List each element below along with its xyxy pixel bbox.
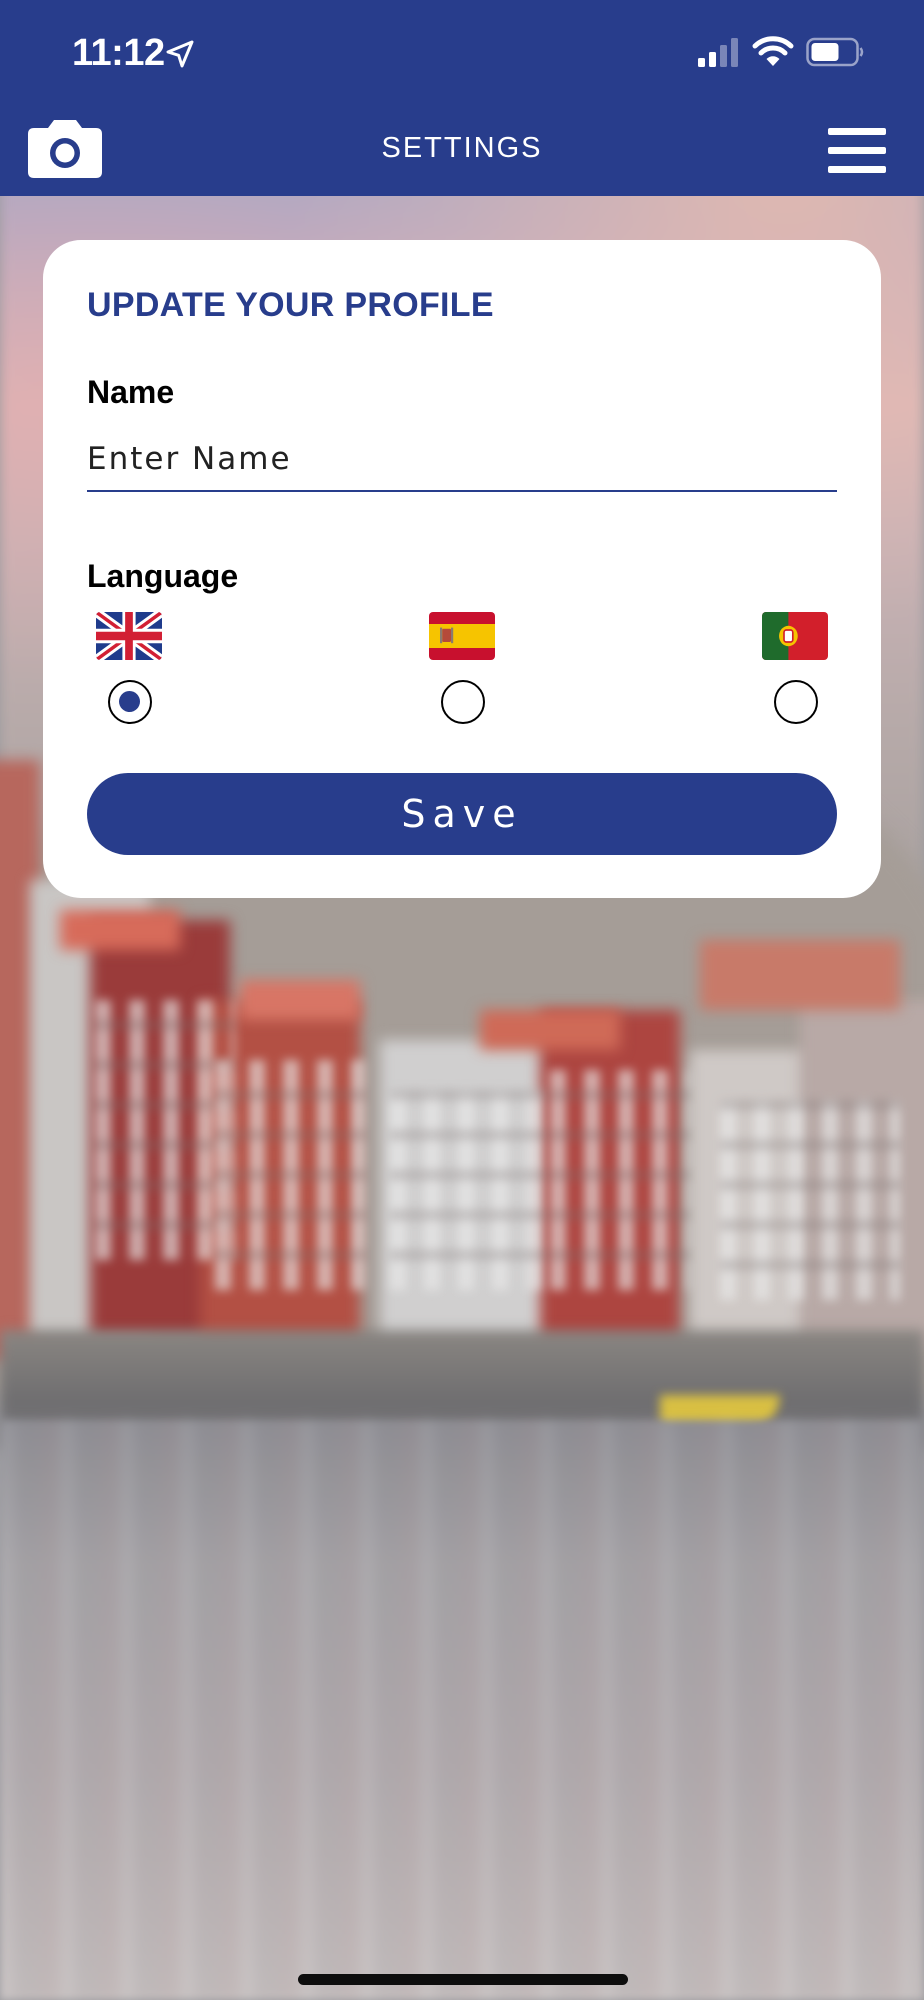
battery-icon	[806, 37, 864, 67]
language-option-english	[89, 612, 169, 762]
language-radio-spanish[interactable]	[441, 680, 485, 724]
status-bar: 11:12	[0, 0, 924, 104]
language-radio-english[interactable]	[108, 680, 152, 724]
hamburger-menu-icon[interactable]	[828, 126, 888, 174]
card-title: UPDATE YOUR PROFILE	[87, 286, 494, 324]
language-radio-portuguese[interactable]	[774, 680, 818, 724]
language-option-portuguese	[755, 612, 835, 762]
spain-flag-icon	[429, 612, 495, 660]
page-title: SETTINGS	[381, 132, 543, 164]
united-kingdom-flag-icon	[96, 612, 162, 660]
home-indicator	[298, 1974, 628, 1985]
profile-card: UPDATE YOUR PROFILE Name Language	[43, 240, 881, 898]
name-input[interactable]	[87, 428, 837, 492]
portugal-flag-icon	[762, 612, 828, 660]
save-button[interactable]: Save	[87, 773, 837, 855]
status-time: 11:12	[72, 32, 165, 74]
location-arrow-icon	[166, 40, 194, 68]
app-header: SETTINGS	[0, 104, 924, 196]
language-option-spanish	[422, 612, 502, 762]
wifi-icon	[752, 36, 794, 66]
cellular-signal-icon	[698, 38, 738, 67]
name-label: Name	[87, 374, 175, 410]
language-label: Language	[87, 558, 239, 594]
